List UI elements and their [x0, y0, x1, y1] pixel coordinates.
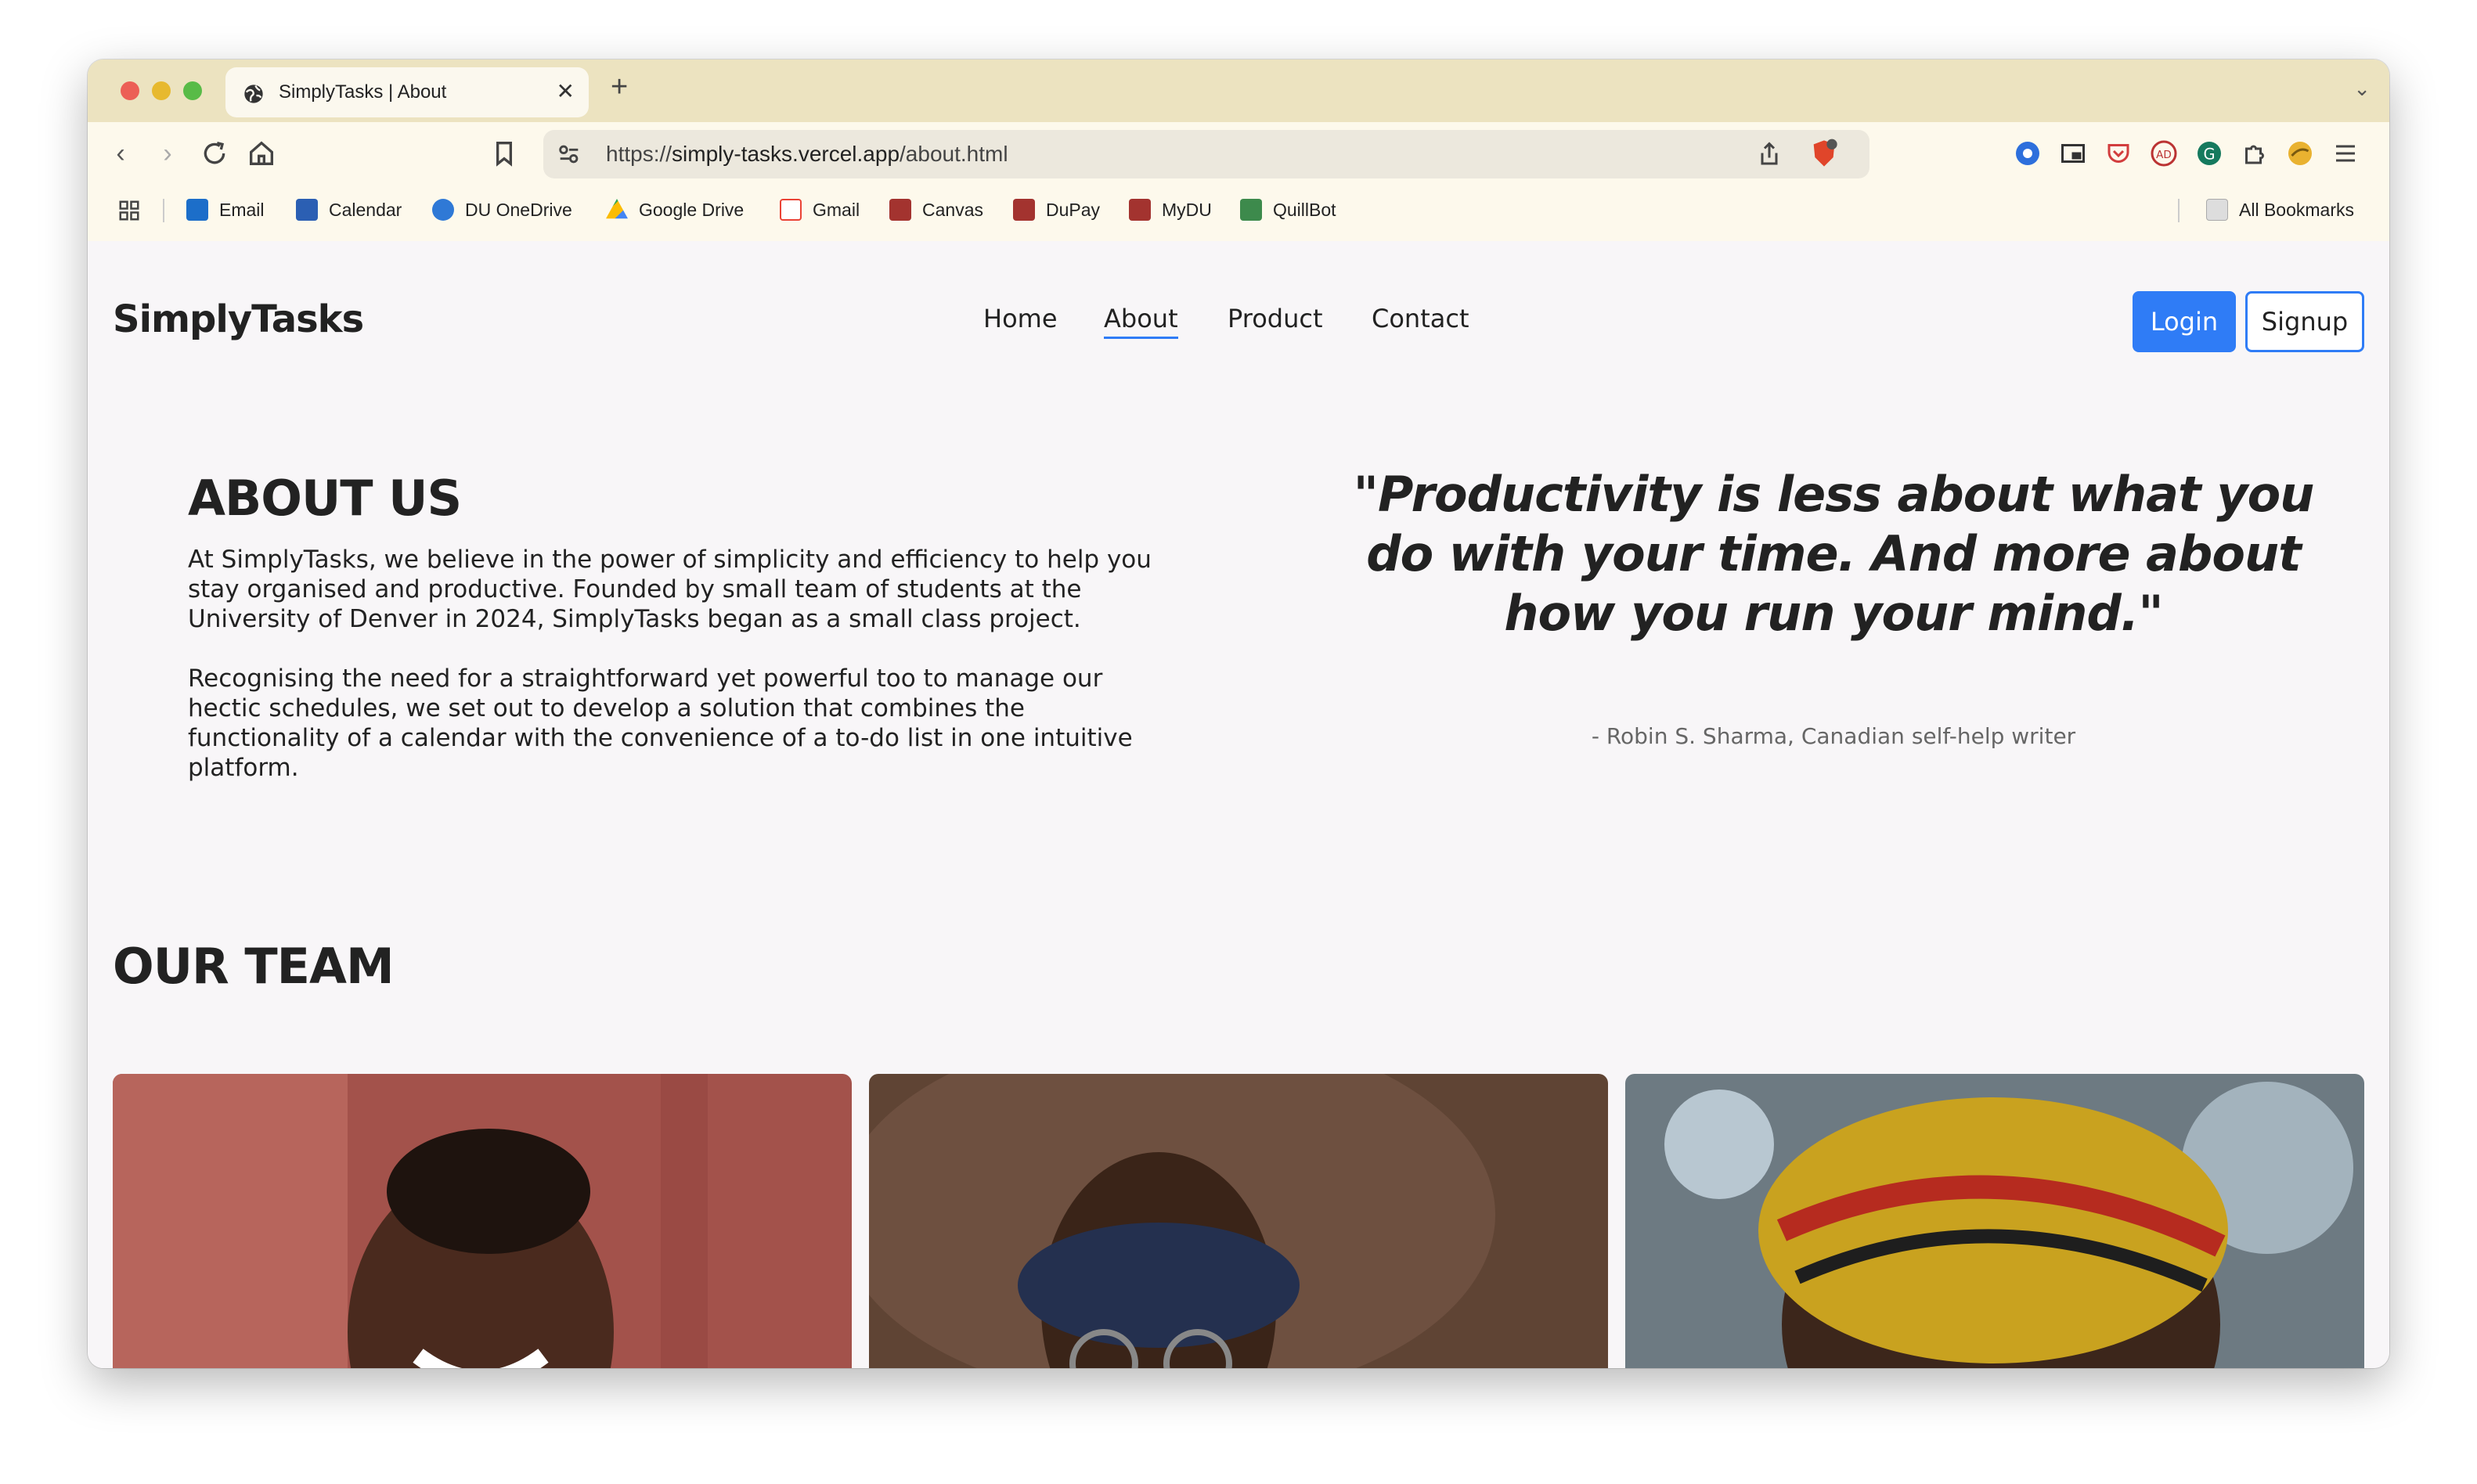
bookmark-canvas[interactable]: Canvas [889, 197, 983, 222]
bookmark-google-drive[interactable]: Google Drive [606, 197, 744, 222]
du-canvas-icon [889, 199, 911, 221]
brave-shield-icon[interactable] [1808, 138, 1840, 169]
browser-window: SimplyTasks | About ✕ + ⌄ ‹ › https://si… [88, 59, 2389, 1368]
nav-home[interactable]: Home [983, 304, 1058, 333]
team-photo-1 [113, 1074, 852, 1368]
folder-icon [2206, 199, 2228, 221]
extension-blue-icon[interactable] [2014, 139, 2042, 167]
outlook-icon [186, 199, 208, 221]
reload-icon[interactable] [199, 138, 230, 169]
page-content: SimplyTasks Home About Product Contact L… [88, 241, 2389, 1368]
bookmark-dupay[interactable]: DuPay [1013, 197, 1100, 222]
about-paragraph-2: Recognising the need for a straightforwa… [188, 665, 1133, 782]
url-host: simply-tasks.vercel.app [672, 142, 900, 166]
bookmark-gmail[interactable]: Gmail [780, 197, 860, 222]
home-icon[interactable] [246, 138, 277, 169]
apps-grid-icon[interactable] [117, 199, 141, 222]
back-arrow-icon[interactable]: ‹ [105, 138, 136, 169]
close-window-button[interactable] [121, 81, 139, 100]
globe-icon [244, 85, 263, 103]
onedrive-cloud-icon [432, 199, 454, 221]
signup-button[interactable]: Signup [2245, 291, 2364, 352]
calendar-icon [296, 199, 318, 221]
tab-close-icon[interactable]: ✕ [557, 78, 575, 104]
adblock-extension-icon[interactable]: AD [2150, 139, 2178, 167]
login-button[interactable]: Login [2133, 291, 2236, 352]
url-text[interactable]: https://simply-tasks.vercel.app/about.ht… [606, 142, 1008, 167]
all-bookmarks[interactable]: All Bookmarks [2206, 197, 2354, 222]
about-heading: ABOUT US [188, 470, 462, 527]
site-logo[interactable]: SimplyTasks [113, 297, 364, 341]
team-photo-3 [1625, 1074, 2364, 1368]
zoom-window-button[interactable] [183, 81, 202, 100]
tab-active[interactable]: SimplyTasks | About ✕ [225, 67, 589, 117]
about-paragraph-1: At SimplyTasks, we believe in the power … [188, 546, 1152, 633]
minimize-window-button[interactable] [152, 81, 171, 100]
bookmark-du-onedrive[interactable]: DU OneDrive [432, 197, 572, 222]
bookmarks-divider-right [2178, 199, 2180, 222]
svg-text:AD: AD [2156, 149, 2172, 161]
nav-about[interactable]: About [1104, 304, 1178, 339]
bookmark-email[interactable]: Email [186, 197, 265, 222]
tab-title: SimplyTasks | About [279, 81, 447, 103]
profile-avatar-icon[interactable] [2286, 139, 2314, 167]
url-path: /about.html [900, 142, 1008, 166]
team-heading: OUR TEAM [113, 938, 395, 995]
quote-text: "Productivity is less about what you do … [1353, 466, 2315, 642]
bookmark-quillbot[interactable]: QuillBot [1240, 197, 1336, 222]
tab-list-chevron-icon[interactable]: ⌄ [2353, 77, 2371, 101]
gmail-icon [780, 199, 802, 221]
team-photo-2 [869, 1074, 1608, 1368]
share-icon[interactable] [1755, 139, 1783, 169]
du-mydu-icon [1129, 199, 1151, 221]
svg-text:G: G [2203, 146, 2215, 164]
bookmarks-bar: Email Calendar DU OneDrive Google Drive … [88, 188, 2389, 232]
forward-arrow-icon[interactable]: › [152, 138, 183, 169]
google-drive-icon [606, 199, 628, 219]
tab-strip: SimplyTasks | About ✕ + ⌄ [88, 59, 2389, 122]
pocket-extension-icon[interactable] [2104, 139, 2133, 167]
picture-in-picture-icon[interactable] [2059, 139, 2087, 167]
quillbot-icon [1240, 199, 1262, 221]
quote-author: - Robin S. Sharma, Canadian self-help wr… [1591, 723, 2076, 749]
extensions-puzzle-icon[interactable] [2241, 139, 2269, 167]
bookmark-calendar[interactable]: Calendar [296, 197, 402, 222]
new-tab-plus-icon[interactable]: + [611, 70, 628, 104]
bookmark-icon[interactable] [489, 138, 520, 169]
bookmarks-divider [163, 199, 164, 222]
grammarly-extension-icon[interactable]: G [2195, 139, 2223, 167]
site-settings-icon[interactable] [556, 141, 582, 167]
du-pay-icon [1013, 199, 1035, 221]
bookmark-mydu[interactable]: MyDU [1129, 197, 1212, 222]
nav-contact[interactable]: Contact [1372, 304, 1469, 333]
address-bar[interactable]: https://simply-tasks.vercel.app/about.ht… [543, 130, 1869, 178]
url-scheme: https:// [606, 142, 672, 166]
nav-product[interactable]: Product [1228, 304, 1323, 333]
menu-hamburger-icon[interactable] [2331, 139, 2360, 167]
browser-toolbar: ‹ › https://simply-tasks.vercel.app/abou… [88, 122, 2389, 242]
